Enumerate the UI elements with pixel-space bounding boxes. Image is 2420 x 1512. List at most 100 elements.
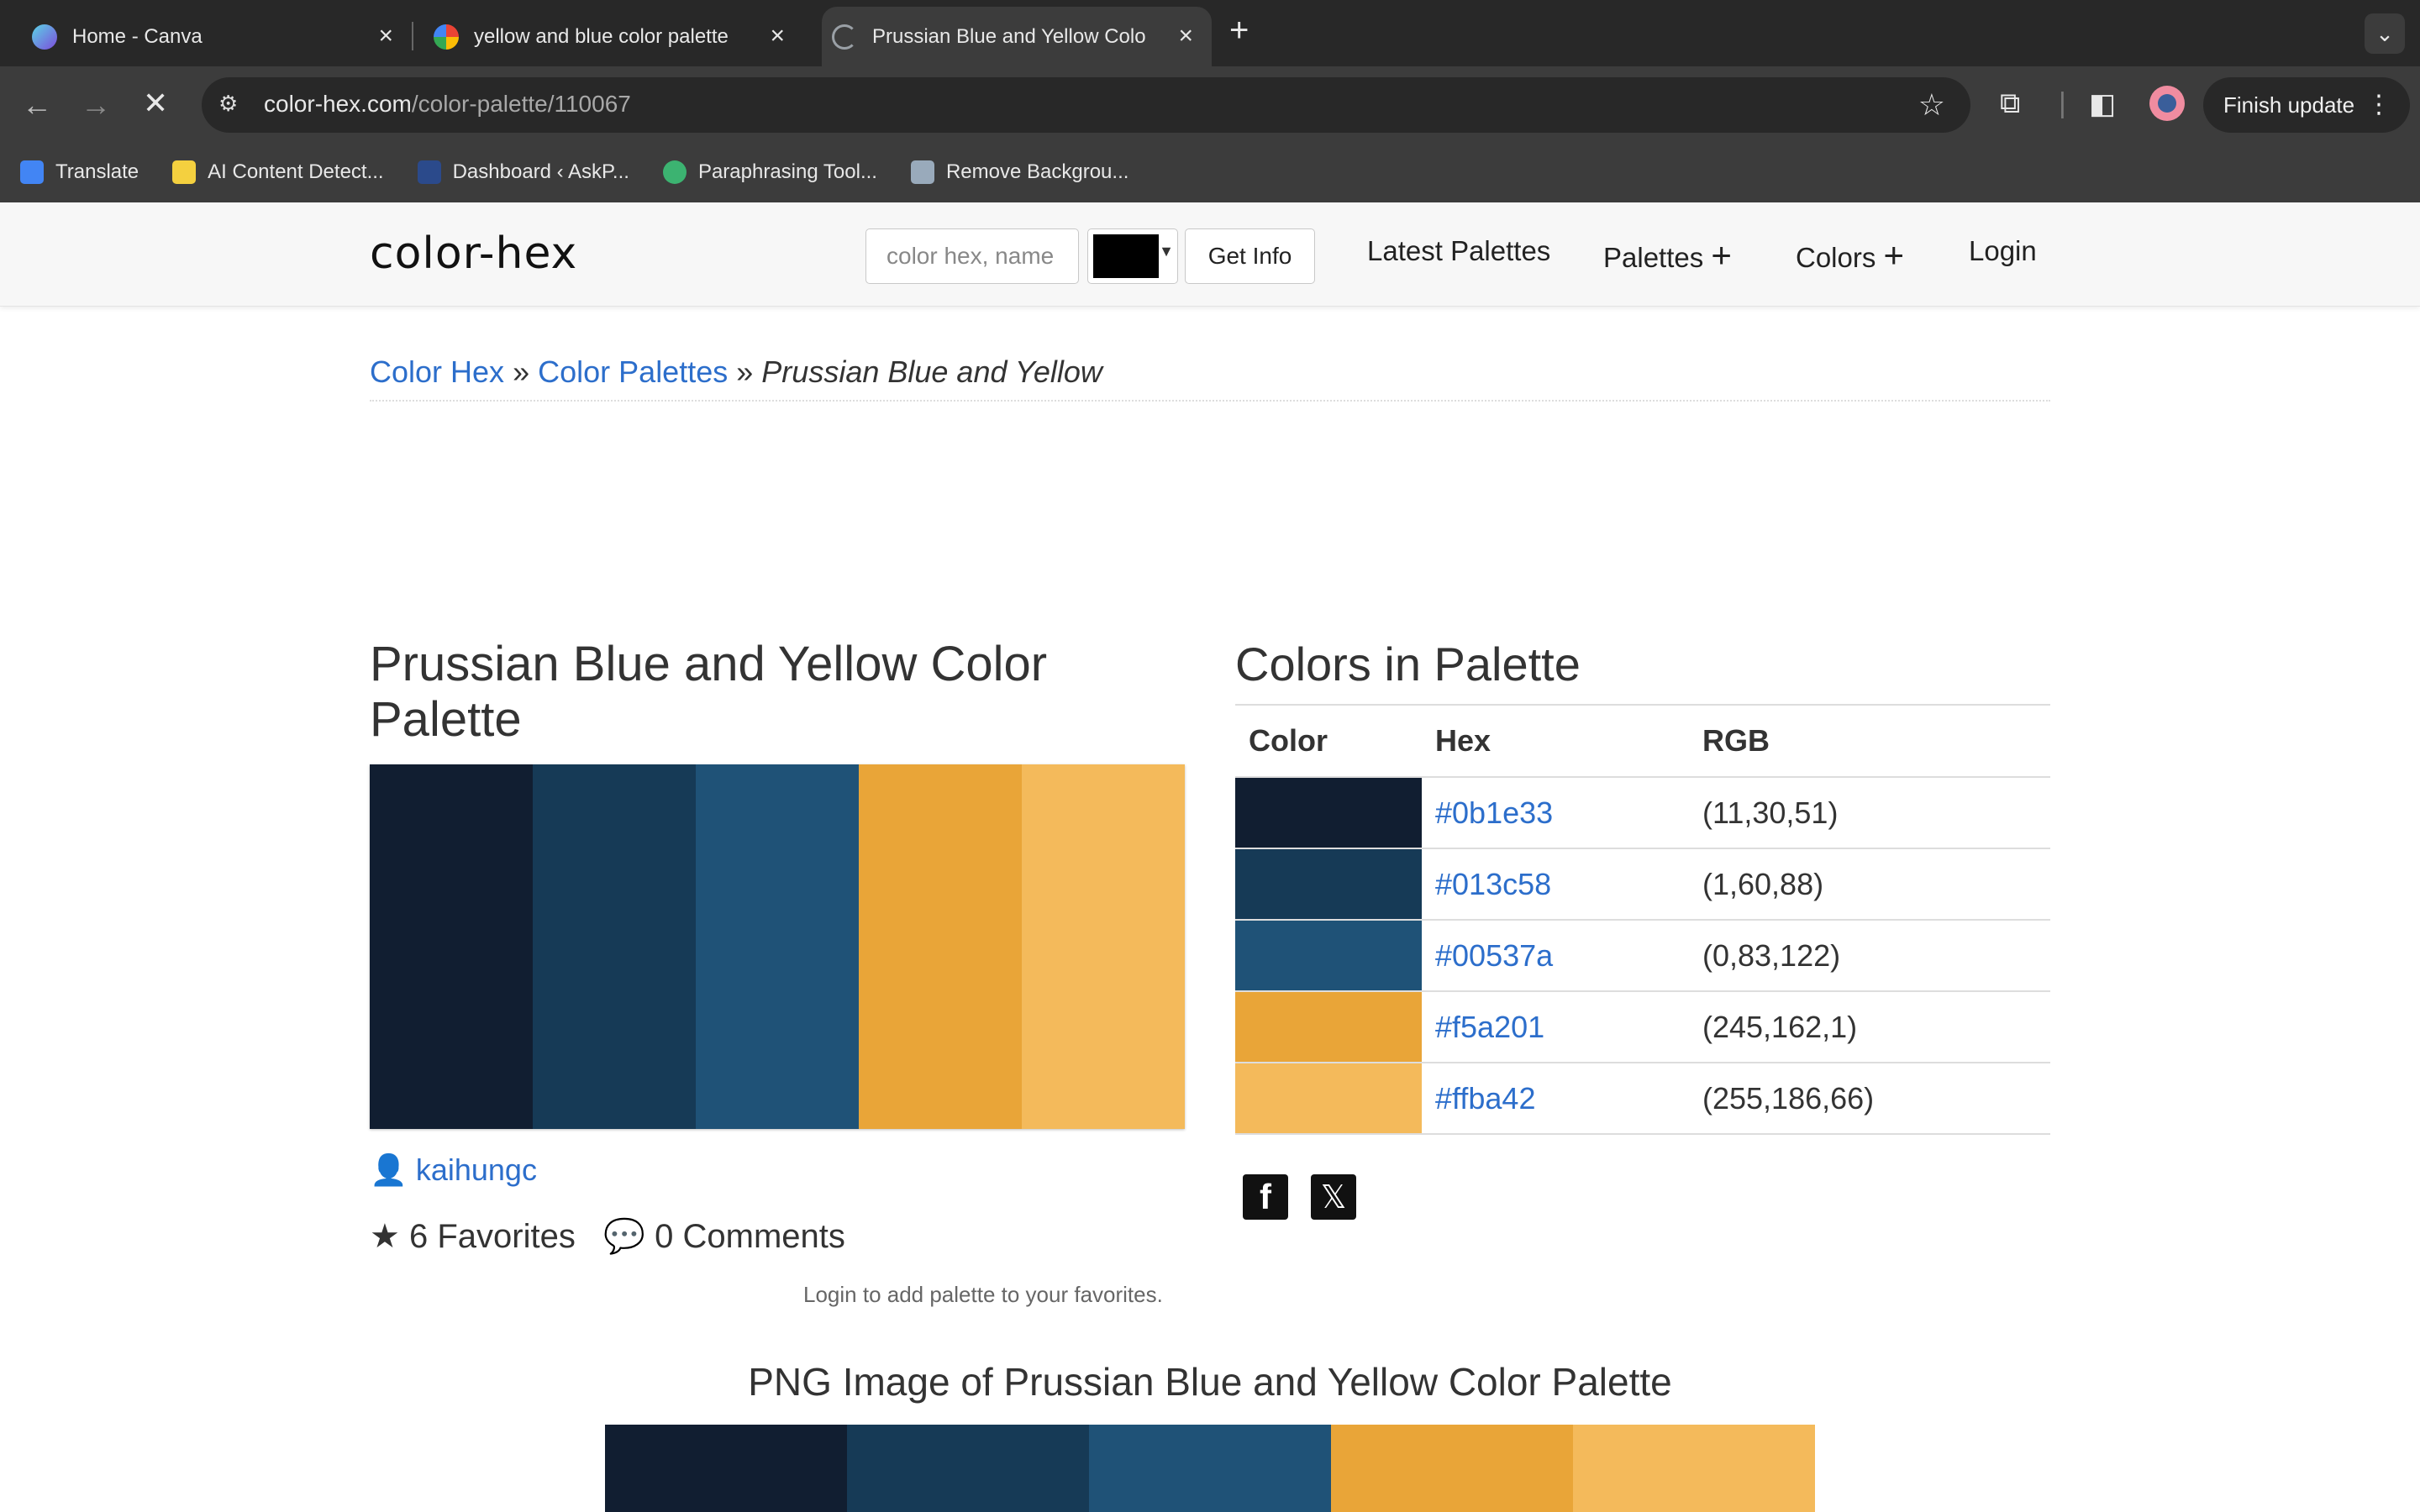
palette-swatch[interactable] — [859, 764, 1022, 1129]
table-row: #013c58 (1,60,88) — [1235, 848, 2050, 921]
color-swatch-cell — [1235, 1063, 1422, 1135]
rgb-cell: (255,186,66) — [1689, 1063, 2050, 1135]
x-share-icon[interactable]: 𝕏 — [1311, 1174, 1356, 1220]
breadcrumb-palettes-link[interactable]: Color Palettes — [538, 354, 728, 389]
tab-search-button[interactable]: ⌄ — [2365, 13, 2405, 54]
rgb-cell: (11,30,51) — [1689, 777, 2050, 849]
breadcrumb-separator: » — [513, 354, 530, 389]
breadcrumb-separator: » — [736, 354, 754, 389]
palette-png-image[interactable] — [605, 1425, 1815, 1512]
page-title: Prussian Blue and Yellow Color Palette — [370, 637, 1048, 747]
color-swatch-cell — [1235, 991, 1422, 1063]
tab-canva[interactable]: Home - Canva × — [0, 7, 412, 66]
breadcrumb-home-link[interactable]: Color Hex — [370, 354, 504, 389]
nav-login[interactable]: Login — [1969, 235, 2037, 267]
comments-count[interactable]: 0 Comments — [655, 1218, 845, 1255]
hex-cell: #0b1e33 — [1422, 777, 1689, 849]
profile-avatar[interactable] — [2149, 86, 2185, 121]
close-tab-icon[interactable]: × — [770, 22, 785, 50]
stop-loading-button[interactable]: ✕ — [143, 86, 168, 121]
star-icon: ★ — [370, 1218, 400, 1255]
facebook-share-icon[interactable]: f — [1243, 1174, 1288, 1220]
layers-icon — [910, 160, 934, 184]
bookmark-translate[interactable]: Translate — [20, 160, 139, 184]
nav-latest-palettes[interactable]: Latest Palettes — [1367, 235, 1550, 267]
png-swatch — [847, 1425, 1089, 1512]
column-header-color: Color — [1235, 704, 1422, 778]
column-header-hex: Hex — [1422, 704, 1689, 778]
toolbar-divider: | — [2059, 87, 2066, 119]
hex-link[interactable]: #013c58 — [1435, 867, 1551, 901]
palette-swatch[interactable] — [370, 764, 533, 1129]
site-logo[interactable]: color-hex — [370, 228, 577, 279]
search-input[interactable] — [865, 228, 1079, 284]
tab-color-hex[interactable]: Prussian Blue and Yellow Colo × — [822, 7, 1212, 66]
color-swatch-cell — [1235, 848, 1422, 921]
bookmarks-bar: Translate AI Content Detect... Dashboard… — [0, 151, 2420, 193]
pen-icon — [417, 160, 441, 184]
png-swatch — [1331, 1425, 1573, 1512]
new-tab-button[interactable]: + — [1229, 12, 1249, 50]
colors-table: Color Hex RGB #0b1e33 (11,30,51) #013c58… — [1235, 704, 2050, 1135]
breadcrumb: Color Hex » Color Palettes » Prussian Bl… — [370, 354, 1102, 390]
google-favicon-icon — [434, 24, 459, 50]
get-info-button[interactable]: Get Info — [1185, 228, 1315, 284]
breadcrumb-divider — [370, 400, 2050, 402]
canva-favicon-icon — [32, 24, 57, 50]
dropdown-arrow-icon: ▼ — [1159, 243, 1174, 260]
palette-preview — [370, 764, 1185, 1129]
favorites-count: 6 Favorites — [408, 1218, 576, 1255]
side-panel-icon[interactable]: ◧ — [2089, 87, 2116, 121]
hex-link[interactable]: #00537a — [1435, 938, 1553, 973]
table-header-row: Color Hex RGB — [1235, 704, 2050, 778]
table-row: #ffba42 (255,186,66) — [1235, 1063, 2050, 1135]
table-row: #f5a201 (245,162,1) — [1235, 991, 2050, 1063]
hex-link[interactable]: #0b1e33 — [1435, 795, 1553, 830]
tab-title: Home - Canva — [72, 24, 203, 48]
nav-colors[interactable]: Colors + — [1796, 235, 1904, 276]
palette-swatch[interactable] — [533, 764, 696, 1129]
palette-stats: ★ 6 Favorites 💬 0 Comments — [370, 1216, 845, 1256]
hex-link[interactable]: #ffba42 — [1435, 1081, 1535, 1116]
rgb-cell: (1,60,88) — [1689, 848, 2050, 921]
address-bar[interactable]: ⚙ color-hex.com/color-palette/110067 ☆ — [202, 77, 1970, 133]
hex-cell: #00537a — [1422, 920, 1689, 992]
png-swatch — [605, 1425, 847, 1512]
table-row: #00537a (0,83,122) — [1235, 920, 2050, 992]
note-icon — [172, 160, 197, 184]
color-picker-swatch — [1093, 234, 1159, 278]
column-header-rgb: RGB — [1689, 704, 2050, 778]
author-link[interactable]: 👤 kaihungc — [370, 1152, 537, 1188]
site-settings-icon[interactable]: ⚙ — [218, 91, 245, 118]
close-tab-icon[interactable]: × — [378, 22, 393, 50]
tab-google[interactable]: yellow and blue color palette × — [402, 7, 803, 66]
png-image-heading: PNG Image of Prussian Blue and Yellow Co… — [748, 1360, 1672, 1404]
tab-strip: Home - Canva × yellow and blue color pal… — [0, 0, 2420, 66]
forward-button[interactable]: → — [81, 87, 111, 123]
hex-link[interactable]: #f5a201 — [1435, 1010, 1544, 1044]
hex-cell: #f5a201 — [1422, 991, 1689, 1063]
finish-update-button[interactable]: Finish update ⋮ — [2203, 77, 2410, 133]
breadcrumb-current: Prussian Blue and Yellow — [761, 354, 1102, 389]
bookmark-dashboard[interactable]: Dashboard ‹ AskP... — [417, 160, 629, 184]
url-text[interactable]: color-hex.com/color-palette/110067 — [264, 91, 631, 118]
palette-swatch[interactable] — [696, 764, 859, 1129]
bookmark-remove-bg[interactable]: Remove Backgrou... — [910, 160, 1128, 184]
translate-icon — [20, 160, 44, 184]
palette-swatch[interactable] — [1022, 764, 1185, 1129]
menu-dots-icon[interactable]: ⋮ — [2366, 77, 2391, 133]
color-picker[interactable]: ▼ — [1087, 228, 1178, 284]
tab-title: yellow and blue color palette — [474, 24, 729, 48]
nav-palettes[interactable]: Palettes + — [1603, 235, 1732, 276]
png-swatch — [1089, 1425, 1331, 1512]
bookmark-star-icon[interactable]: ☆ — [1918, 87, 1945, 123]
expand-plus-icon: + — [1883, 235, 1905, 275]
extensions-icon[interactable]: ⧉ — [2000, 87, 2020, 120]
bookmark-paraphrasing[interactable]: Paraphrasing Tool... — [662, 160, 877, 184]
close-tab-icon[interactable]: × — [1178, 22, 1193, 50]
back-button[interactable]: ← — [22, 87, 52, 123]
user-icon: 👤 — [370, 1152, 408, 1187]
bookmark-ai-detector[interactable]: AI Content Detect... — [172, 160, 384, 184]
expand-plus-icon: + — [1711, 235, 1732, 275]
png-swatch — [1573, 1425, 1815, 1512]
